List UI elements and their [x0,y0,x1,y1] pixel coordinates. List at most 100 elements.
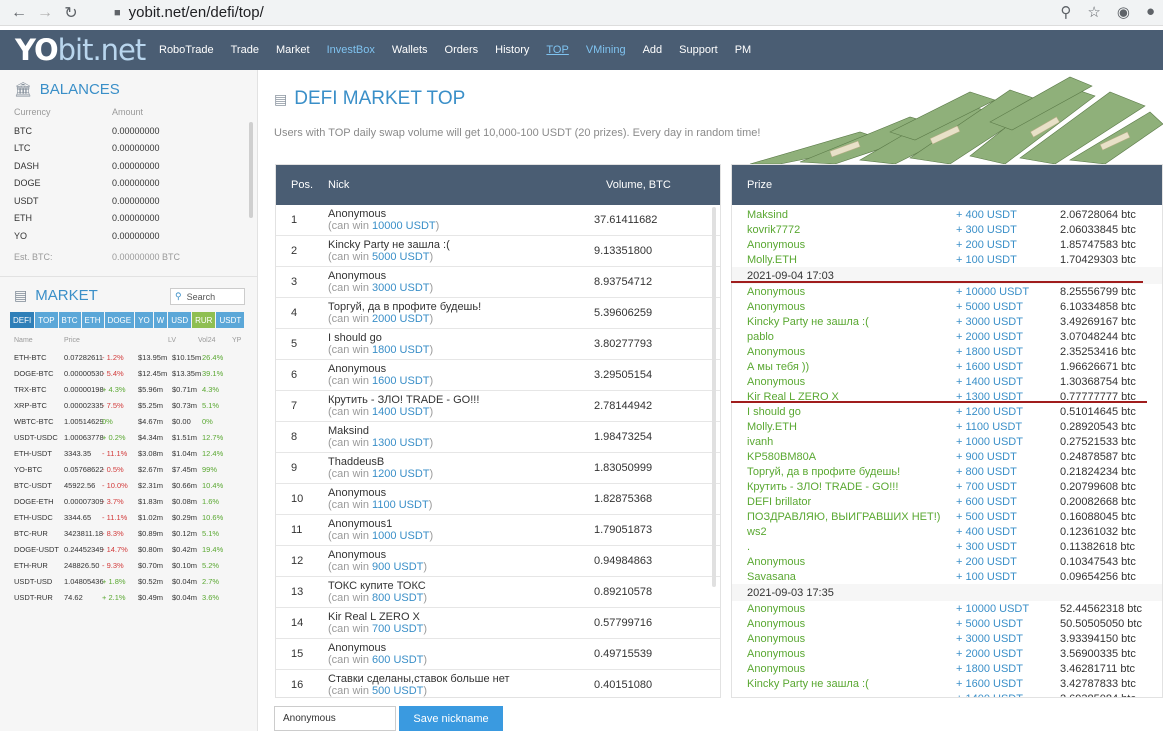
market-tab-doge[interactable]: DOGE [104,312,135,328]
market-tab-top[interactable]: TOP [35,312,58,328]
menu-item-vmining[interactable]: VMining [586,44,626,56]
market-pair: USDT-USD [14,576,53,586]
market-tab-defi[interactable]: DEFI [10,312,35,328]
menu-item-pm[interactable]: PM [735,44,752,56]
market-pair: ETH-BTC [14,352,47,362]
market-row[interactable]: USDT-RUR 74.62 + 2.1% $0.49m $0.04m 3.6% [14,589,222,605]
balance-amount: 0.00000000 [112,195,160,206]
can-win-prefix: (can win [328,313,373,325]
save-nickname-button[interactable]: Save nickname [399,706,503,731]
market-volume: $0.00 [172,416,191,426]
market-tab-w[interactable]: W [153,312,168,328]
market-volume: $13.35m [172,368,202,378]
market-yp: 4.3% [202,384,220,394]
reload-icon[interactable]: ↻ [58,3,84,23]
row-can-win: (can win 500 USDT) [328,685,594,697]
row-nick-cell: Anonymous1 (can win 1000 USDT) [328,518,594,542]
top-table-row: 1 Anonymous (can win 10000 USDT) 37.6141168… [276,205,720,236]
can-win-suffix: ) [435,220,440,232]
market-row[interactable]: ETH-USDC 3344.65 - 11.1% $1.02m $0.29m 10.6% [14,509,223,525]
prize-amount: + 1400 USDT [956,375,1023,388]
url-host: yobit.net [128,4,186,21]
market-volume: $1.04m [172,448,198,458]
market-row[interactable]: XRP-BTC 0.00002335- 7.5% $5.25m $0.73m 5.1% [14,397,222,413]
row-nick-cell: Крутить - ЗЛО! TRADE - GO!!! (can win 140… [328,394,594,418]
prize-amount: + 1100 USDT [956,420,1023,433]
market-row[interactable]: BTC-USDT 45922.56 - 10.0% $2.31m $0.66m 10.4% [14,477,223,493]
bookmark-star-icon[interactable]: ☆ [1087,3,1100,21]
market-change: - 10.0% [102,480,128,490]
market-volume: $0.66m [172,480,198,490]
prize-volume: 52.44562318 btc [1060,602,1142,615]
prize-row: А мы тебя )) + 1600 USDT 1.96626671 btc [732,359,1162,374]
market-change: - 8.3% [102,528,124,538]
balances-scrollbar[interactable] [249,122,253,218]
menu-item-robotrade[interactable]: RoboTrade [159,44,214,56]
menu-item-orders[interactable]: Orders [445,44,479,56]
market-lv: $2.31m [138,480,164,490]
market-row[interactable]: USDT-USD 1.04805436 + 1.8% $0.52m $0.04m 2.7% [14,573,222,589]
market-volume: $0.10m [172,560,198,570]
prize-nick: Anonymous [747,238,806,251]
yobit-logo[interactable]: YObit.net [15,33,146,67]
market-row[interactable]: DOGE-ETH 0.00007309- 3.7% $1.83m $0.08m 1.6% [14,493,222,509]
market-change: - 11.1% [102,448,128,458]
row-nickname: Торгуй, да в профите будешь! [328,301,482,313]
can-win-suffix: ) [423,654,428,666]
market-row[interactable]: ETH-BTC 0.07282611- 1.2% $13.95m $10.15m 26.… [14,349,223,365]
menu-item-support[interactable]: Support [679,44,718,56]
lock-icon: ■ [114,6,121,19]
extension-icon[interactable]: ◉ [1117,3,1130,21]
zoom-icon[interactable]: ⚲ [1060,3,1071,21]
market-row[interactable]: USDT-USDC 1.00063778 + 0.2% $4.34m $1.51m 12.… [14,429,223,445]
market-row[interactable]: TRX-BTC 0.00000198 + 4.3% $5.96m $0.71m 4.3% [14,381,222,397]
menu-item-trade[interactable]: Trade [231,44,259,56]
market-row[interactable]: DOGE-BTC 0.00000530- 5.4% $12.45m $13.35m 39… [14,365,223,381]
market-row[interactable]: ETH-RUR 248826.50- 9.3% $0.70m $0.10m 5.2% [14,557,222,573]
row-can-win: (can win 1100 USDT) [328,499,594,511]
market-search-input[interactable]: ⚲ Search [170,288,245,305]
row-position: 3 [291,276,298,288]
row-can-win: (can win 1800 USDT) [328,344,594,356]
nickname-input[interactable] [274,706,396,731]
balance-row: DASH 0.00000000 [14,157,160,175]
market-price: 0.00000198 [64,384,104,394]
row-nick-cell: Anonymous (can win 600 USDT) [328,642,594,666]
market-row[interactable]: DOGE-USDT 0.24452349- 14.7% $0.80m $0.42m 19… [14,541,223,557]
can-win-suffix: ) [428,499,433,511]
market-lv: $12.45m [138,368,168,378]
prize-row: Anonymous + 10000 USDT 8.25556799 btc [732,284,1162,299]
can-win-amount: 1000 USDT [372,530,430,542]
market-tab-rur[interactable]: RUR [192,312,216,328]
market-tab-eth[interactable]: ETH [81,312,104,328]
forward-arrow-icon[interactable]: → [32,4,58,22]
profile-icon[interactable]: ● [1146,3,1155,21]
menu-item-history[interactable]: History [495,44,529,56]
row-volume: 37.61411682 [594,214,658,226]
prize-row: + 1400 USDT2.69385084 btc [732,691,1162,698]
menu-item-add[interactable]: Add [643,44,663,56]
market-tab-yo[interactable]: YO [135,312,153,328]
prize-table-header: Prize [732,165,1162,205]
market-tab-btc[interactable]: BTC [58,312,81,328]
menu-item-market[interactable]: Market [276,44,310,56]
menu-item-wallets[interactable]: Wallets [392,44,428,56]
prize-amount: + 1400 USDT [956,693,1060,698]
back-arrow-icon[interactable]: ← [6,4,32,22]
market-tab-usdt[interactable]: USDT [216,312,245,328]
market-row[interactable]: ETH-USDT 3343.35 - 11.1% $3.08m $1.04m 12.4% [14,445,223,461]
top-table-body: 1 Anonymous (can win 10000 USDT) 37.6141168… [276,205,720,697]
can-win-amount: 1800 USDT [372,344,430,356]
market-tab-usd[interactable]: USD [168,312,192,328]
can-win-prefix: (can win [328,282,373,294]
menu-item-top[interactable]: TOP [546,44,568,56]
market-row[interactable]: YO-BTC 0.05768622- 0.5% $2.67m $7.45m 99% [14,461,222,477]
market-row[interactable]: WBTC-BTC 1.00514629 0% $4.67m $0.00 0% [14,413,222,429]
market-row[interactable]: BTC-RUR 3423811.18- 8.3% $0.89m $0.12m 5.1% [14,525,222,541]
top-table-row: 6 Anonymous (can win 1600 USDT) 3.29505154 [276,360,720,391]
menu-item-investbox[interactable]: InvestBox [327,44,375,56]
address-bar[interactable]: ■ yobit.net/en/defi/top/ [114,4,264,21]
prize-row: DEFI brillator + 600 USDT 0.20082668 btc [732,494,1162,509]
top-table-scrollbar[interactable] [712,207,716,587]
row-can-win: (can win 1200 USDT) [328,468,594,480]
